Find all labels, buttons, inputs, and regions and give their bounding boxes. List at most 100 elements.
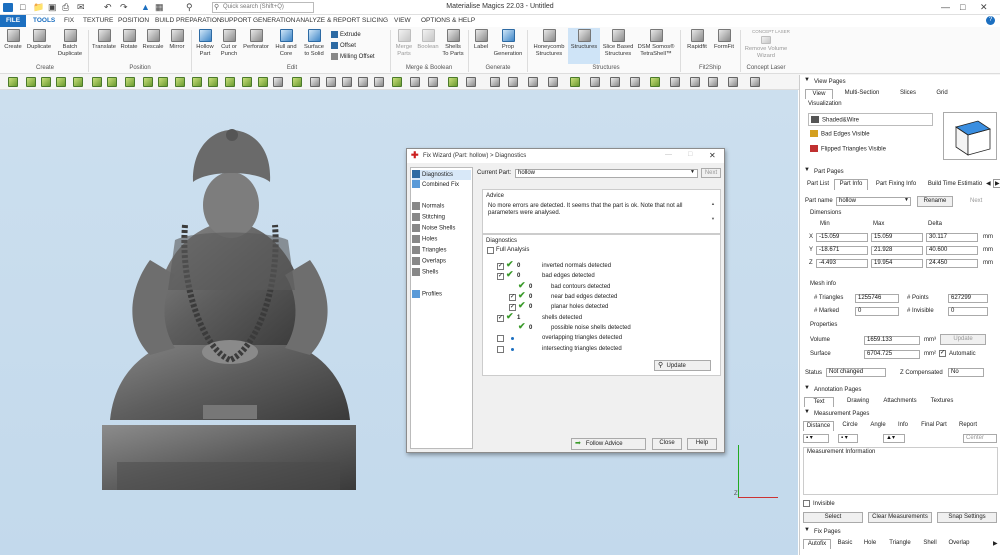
status-value[interactable]: Not changed	[826, 368, 886, 377]
surface-to-solid-button[interactable]: Surface to Solid	[300, 29, 328, 57]
view-tool-icon-38[interactable]	[670, 77, 680, 87]
view-tool-icon-7[interactable]	[107, 77, 117, 87]
z-compensated-value[interactable]: No	[948, 368, 984, 377]
diagnostics-update-button[interactable]: ⚲ Update	[654, 360, 711, 371]
duplicate-button[interactable]: Duplicate	[25, 29, 53, 51]
menu-texture[interactable]: TEXTURE	[83, 15, 113, 27]
tab-build-time[interactable]: Build Time Estimatio	[924, 180, 986, 190]
tab-overlap[interactable]: Overlap	[945, 539, 973, 549]
row-overlapping-checkbox[interactable]	[497, 335, 504, 342]
hollow-part-button[interactable]: Hollow Part	[193, 29, 217, 57]
remove-volume-wizard-button[interactable]: Remove Volume Wizard	[742, 36, 790, 59]
tab-grid[interactable]: Grid	[928, 89, 956, 99]
center-select[interactable]: Center	[963, 434, 997, 443]
menu-support-generation[interactable]: SUPPORT GENERATION	[220, 15, 296, 27]
view-tool-icon-20[interactable]	[326, 77, 336, 87]
nav-shells[interactable]: Shells	[412, 268, 438, 276]
follow-advice-button[interactable]: ➡ Follow Advice	[571, 438, 646, 450]
row-shells-checkbox[interactable]: ✓	[497, 315, 504, 322]
tab-autofix[interactable]: Autofix	[803, 539, 831, 549]
label-button[interactable]: Label	[470, 29, 492, 51]
view-tool-icon-8[interactable]	[125, 77, 135, 87]
shells-to-parts-button[interactable]: Shells To Parts	[440, 29, 466, 57]
tab-basic[interactable]: Basic	[834, 539, 856, 549]
view-tool-icon-23[interactable]	[374, 77, 384, 87]
collapse-icon[interactable]: ▼	[804, 77, 810, 83]
save-icon[interactable]: ▣	[48, 2, 57, 13]
tab-shell[interactable]: Shell	[919, 539, 941, 549]
cut-or-punch-button[interactable]: Cut or Punch	[218, 29, 240, 57]
collapse-icon[interactable]: ▼	[804, 409, 810, 415]
view-tool-icon-29[interactable]	[490, 77, 500, 87]
nav-combined-fix[interactable]: Combined Fix	[412, 180, 471, 190]
quick-search-input[interactable]: Quick search (Shift+Q)	[212, 2, 314, 13]
view-tool-icon-39[interactable]	[690, 77, 700, 87]
view-tool-icon-35[interactable]	[610, 77, 620, 87]
mirror-button[interactable]: Mirror	[166, 29, 188, 51]
nav-triangles[interactable]: Triangles	[412, 246, 446, 254]
menu-position[interactable]: POSITION	[118, 15, 149, 27]
formfit-button[interactable]: FormFit	[711, 29, 737, 51]
vis-flipped-triangles[interactable]: Flipped Triangles Visible	[808, 143, 933, 156]
view-tool-icon-9[interactable]	[143, 77, 153, 87]
menu-file[interactable]: FILE	[0, 15, 26, 27]
rapidfit-button[interactable]: Rapidfit	[683, 29, 711, 51]
dialog-close-icon[interactable]: ✕	[709, 151, 716, 160]
menu-fix[interactable]: FIX	[64, 15, 74, 27]
view-tool-icon-27[interactable]	[448, 77, 458, 87]
view-tool-icon-26[interactable]	[428, 77, 438, 87]
nav-normals[interactable]: Normals	[412, 202, 444, 210]
view-tool-icon-12[interactable]	[192, 77, 202, 87]
tab-part-fixing-info[interactable]: Part Fixing Info	[870, 180, 922, 190]
row-planar-holes-checkbox[interactable]: ✓	[509, 304, 516, 311]
redo-icon[interactable]: ↷	[120, 2, 128, 13]
view-tool-icon-13[interactable]	[208, 77, 218, 87]
undo-icon[interactable]: ↶	[104, 2, 112, 13]
view-tool-icon-42[interactable]	[750, 77, 760, 87]
tab-slices[interactable]: Slices	[894, 89, 922, 99]
snap-settings-button[interactable]: Snap Settings	[937, 512, 997, 523]
extrude-button[interactable]: Extrude	[331, 31, 361, 38]
scroll-right-icon[interactable]: ▶	[993, 540, 998, 547]
triangles-value[interactable]: 1255746	[855, 294, 899, 303]
volume-value[interactable]: 1659.133	[864, 336, 920, 345]
dim-z-max[interactable]: 19.954	[871, 259, 923, 268]
points-value[interactable]: 627299	[948, 294, 988, 303]
scroll-right-icon[interactable]: ▶	[993, 179, 1000, 188]
dialog-close-button[interactable]: Close	[652, 438, 682, 450]
minimize-icon[interactable]: —	[941, 2, 950, 12]
menu-options-help[interactable]: OPTIONS & HELP	[421, 15, 475, 27]
translate-button[interactable]: Translate	[90, 29, 118, 51]
nav-overlaps[interactable]: Overlaps	[412, 257, 446, 265]
tab-textures[interactable]: Textures	[925, 397, 959, 407]
view-tool-icon-6[interactable]	[92, 77, 102, 87]
view-tool-icon-3[interactable]	[41, 77, 51, 87]
merge-parts-button[interactable]: Merge Parts	[392, 29, 416, 57]
maximize-icon[interactable]: □	[960, 2, 965, 12]
help-icon[interactable]: ?	[986, 16, 995, 25]
email-icon[interactable]: ✉	[77, 2, 85, 13]
measure-mode-select-3[interactable]: ▲▾	[883, 434, 905, 443]
view-tool-icon-1[interactable]	[8, 77, 18, 87]
vis-bad-edges[interactable]: Bad Edges Visible	[808, 128, 933, 141]
invisible-value[interactable]: 0	[948, 307, 988, 316]
row-intersecting-checkbox[interactable]	[497, 346, 504, 353]
dim-y-delta[interactable]: 40.600	[926, 246, 978, 255]
view-tool-icon-17[interactable]	[273, 77, 283, 87]
surface-value[interactable]: 6704.725	[864, 350, 920, 359]
current-part-select[interactable]: hollow	[515, 169, 698, 178]
milling-offset-button[interactable]: Milling Offset	[331, 53, 375, 60]
tab-report[interactable]: Report	[954, 421, 982, 431]
fix-pages-header[interactable]: Fix Pages	[800, 527, 1000, 537]
measure-mode-select-2[interactable]: ▪ ▾	[838, 434, 858, 443]
view-tool-icon-18[interactable]	[292, 77, 302, 87]
dim-y-max[interactable]: 21.928	[871, 246, 923, 255]
dialog-titlebar[interactable]: ✚ Fix Wizard (Part: hollow) > Diagnostic…	[407, 149, 724, 163]
row-bad-edges-checkbox[interactable]: ✓	[497, 273, 504, 280]
scroll-left-icon[interactable]: ◀	[986, 180, 991, 187]
nav-noise-shells[interactable]: Noise Shells	[412, 224, 455, 232]
view-tool-icon-10[interactable]	[158, 77, 168, 87]
view-tool-icon-33[interactable]	[570, 77, 580, 87]
view-tool-icon-15[interactable]	[242, 77, 252, 87]
measurement-pages-header[interactable]: Measurement Pages	[800, 409, 1000, 419]
